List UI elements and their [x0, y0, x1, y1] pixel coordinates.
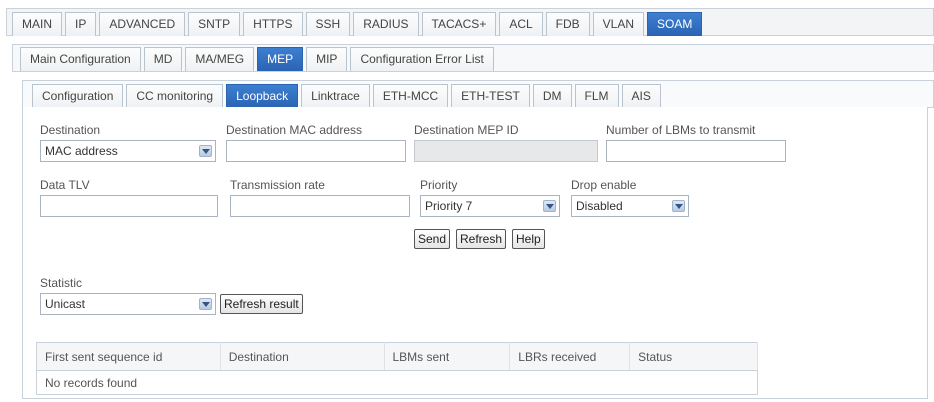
column-header: Status: [629, 342, 758, 371]
top-tab-bar: MAIN IP ADVANCED SNTP HTTPS SSH RADIUS TACACS+ A…: [12, 12, 705, 36]
subtab-ma-meg[interactable]: MA/MEG: [185, 47, 255, 71]
send-button[interactable]: Send: [414, 229, 451, 249]
mep-tab-configuration[interactable]: Configuration: [32, 84, 124, 108]
tx-rate-input[interactable]: [230, 195, 410, 217]
tab-ssh[interactable]: SSH: [305, 12, 351, 36]
mep-tab-dm[interactable]: DM: [532, 84, 572, 108]
chevron-down-icon: [672, 200, 685, 212]
table-row: No records found: [36, 370, 758, 395]
tab-ip[interactable]: IP: [65, 12, 97, 36]
tab-advanced[interactable]: ADVANCED: [99, 12, 186, 36]
destination-label: Destination: [40, 123, 101, 137]
tab-fdb[interactable]: FDB: [545, 12, 590, 36]
tab-https[interactable]: HTTPS: [243, 12, 303, 36]
priority-value: Priority 7: [425, 199, 473, 213]
dest-mep-input: [414, 140, 598, 162]
tab-radius[interactable]: RADIUS: [353, 12, 419, 36]
sub-tab-bar: Main Configuration MD MA/MEG MEP MIP Configur…: [20, 47, 497, 71]
subtab-mep[interactable]: MEP: [257, 47, 304, 71]
column-header: First sent sequence id: [36, 342, 221, 371]
mep-tab-linktrace[interactable]: Linktrace: [301, 84, 370, 108]
mep-tab-eth-test[interactable]: ETH-TEST: [451, 84, 530, 108]
mep-tab-cc-monitoring[interactable]: CC monitoring: [126, 84, 224, 108]
mep-tab-loopback[interactable]: Loopback: [226, 84, 299, 108]
mep-tab-ais[interactable]: AIS: [621, 84, 661, 108]
statistic-label: Statistic: [40, 276, 83, 290]
data-tlv-input[interactable]: [40, 195, 218, 217]
tx-rate-label: Transmission rate: [230, 178, 325, 192]
mep-tab-flm[interactable]: FLM: [574, 84, 619, 108]
destination-select[interactable]: MAC address: [40, 140, 216, 162]
dest-mac-input[interactable]: [226, 140, 406, 162]
mep-tab-bar: Configuration CC monitoring Loopback Linktr…: [32, 84, 664, 108]
num-lbms-label: Number of LBMs to transmit: [606, 123, 756, 137]
tab-tacacs[interactable]: TACACS+: [421, 12, 497, 36]
tab-soam[interactable]: SOAM: [647, 12, 703, 36]
tab-main[interactable]: MAIN: [12, 12, 62, 36]
mep-tab-eth-mcc[interactable]: ETH-MCC: [372, 84, 449, 108]
dest-mac-label: Destination MAC address: [226, 123, 363, 137]
num-lbms-input[interactable]: [606, 140, 786, 162]
drop-enable-label: Drop enable: [571, 178, 637, 192]
subtab-mip[interactable]: MIP: [306, 47, 348, 71]
loopback-results-table: First sent sequence id Destination LBMs …: [36, 342, 758, 395]
priority-label: Priority: [420, 178, 458, 192]
drop-enable-select[interactable]: Disabled: [571, 195, 689, 217]
empty-message: No records found: [36, 370, 758, 395]
subtab-configuration-error-list[interactable]: Configuration Error List: [350, 47, 494, 71]
priority-select[interactable]: Priority 7: [420, 195, 560, 217]
data-tlv-label: Data TLV: [40, 178, 90, 192]
chevron-down-icon: [543, 200, 556, 212]
statistic-select[interactable]: Unicast: [40, 293, 216, 315]
help-button[interactable]: Help: [512, 229, 545, 249]
subtab-md[interactable]: MD: [143, 47, 183, 71]
refresh-result-button[interactable]: Refresh result: [220, 294, 303, 314]
tab-vlan[interactable]: VLAN: [592, 12, 645, 36]
destination-value: MAC address: [45, 144, 118, 158]
tab-acl[interactable]: ACL: [499, 12, 543, 36]
dest-mep-label: Destination MEP ID: [414, 123, 519, 137]
column-header: LBRs received: [509, 342, 631, 371]
subtab-main-configuration[interactable]: Main Configuration: [20, 47, 141, 71]
refresh-button[interactable]: Refresh: [456, 229, 507, 249]
tab-sntp[interactable]: SNTP: [188, 12, 241, 36]
drop-enable-value: Disabled: [576, 199, 623, 213]
statistic-value: Unicast: [45, 297, 86, 311]
column-header: Destination: [219, 342, 385, 371]
column-header: LBMs sent: [383, 342, 511, 371]
chevron-down-icon: [199, 298, 212, 310]
chevron-down-icon: [199, 145, 212, 157]
table-header-row: First sent sequence id Destination LBMs …: [36, 342, 758, 371]
